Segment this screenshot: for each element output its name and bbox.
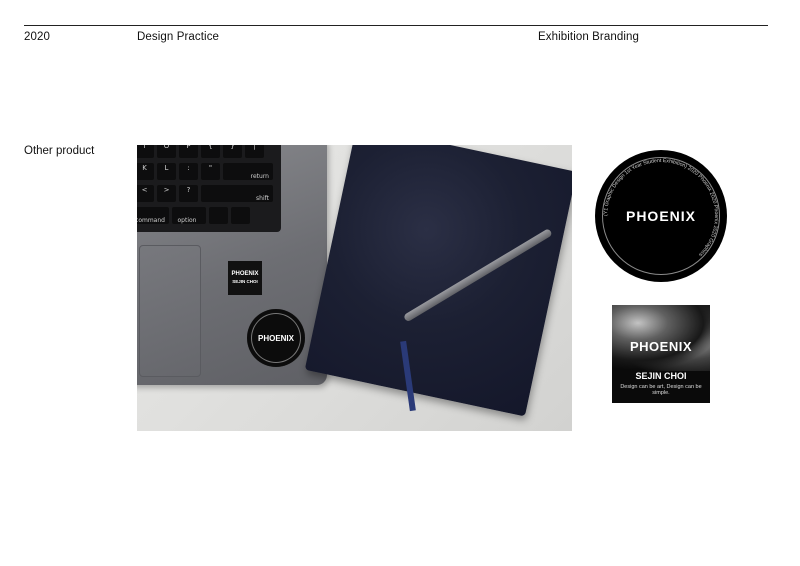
round-sticker-name: PHOENIX <box>625 208 696 224</box>
product-photo: I O P { } | K L : " return < > ? shift c… <box>137 145 572 431</box>
notebook <box>304 145 572 417</box>
header-category: Design Practice <box>137 31 220 43</box>
square-sticker-name: PHOENIX <box>629 339 692 354</box>
key: : <box>179 163 198 180</box>
laptop: I O P { } | K L : " return < > ? shift c… <box>137 145 327 385</box>
square-sticker-swirl <box>612 305 710 371</box>
section-label: Other product <box>24 145 95 157</box>
header-project: Exhibition Branding <box>538 31 639 43</box>
key <box>231 207 250 224</box>
key: K <box>137 163 154 180</box>
key: " <box>201 163 220 180</box>
key-command: command <box>137 207 169 224</box>
square-sticker: PHOENIX SEJIN CHOI Design can be art, De… <box>612 305 710 403</box>
square-sticker-tagline: Design can be art, Design can be simple. <box>620 384 702 396</box>
laptop-round-sticker-title: PHOENIX <box>257 333 294 343</box>
round-sticker: (Y1 Graphic Design 1st Year Student Exhi… <box>595 150 727 282</box>
key-option: option <box>172 207 206 224</box>
laptop-square-sticker-sub: SEJIN CHOI <box>232 279 258 284</box>
header-rule <box>24 25 768 26</box>
key: } <box>223 145 242 158</box>
laptop-keyboard: I O P { } | K L : " return < > ? shift c… <box>137 145 281 232</box>
laptop-square-sticker: PHOENIX SEJIN CHOI <box>228 261 262 295</box>
laptop-trackpad <box>139 245 201 377</box>
key: { <box>201 145 220 158</box>
key <box>209 207 228 224</box>
key: L <box>157 163 176 180</box>
key: O <box>157 145 176 158</box>
key: < <box>137 185 154 202</box>
square-sticker-designer: SEJIN CHOI <box>635 371 687 381</box>
laptop-square-sticker-title: PHOENIX <box>231 271 259 277</box>
key-return: return <box>223 163 273 180</box>
laptop-round-sticker: PHOENIX <box>247 309 305 367</box>
header-year: 2020 <box>24 31 50 43</box>
key: > <box>157 185 176 202</box>
key-shift: shift <box>201 185 273 202</box>
key: ? <box>179 185 198 202</box>
key: P <box>179 145 198 158</box>
key: I <box>137 145 154 158</box>
key: | <box>245 145 264 158</box>
